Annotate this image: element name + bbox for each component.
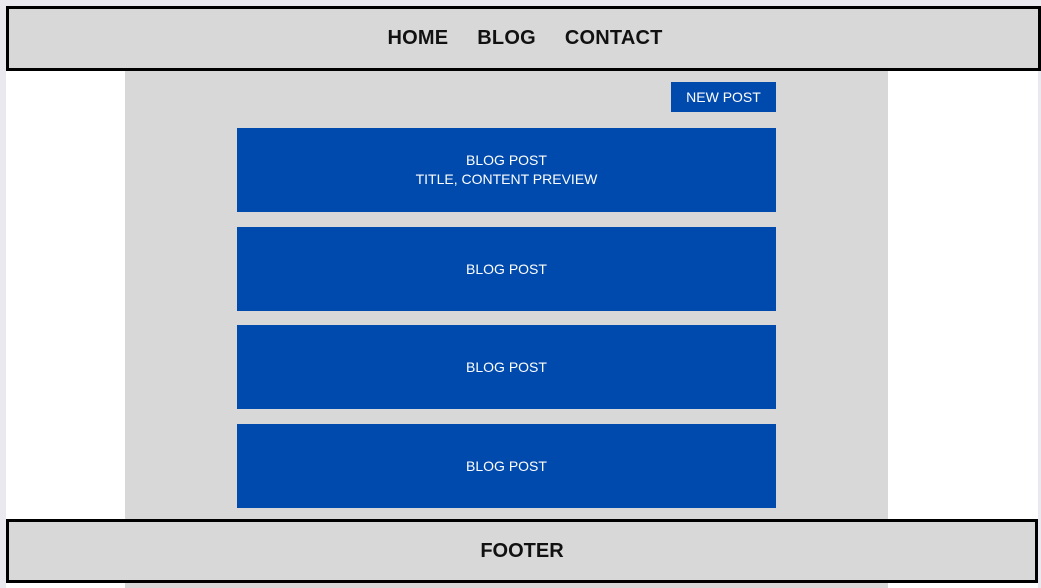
blog-post-card[interactable]: BLOG POST [237,424,776,508]
footer-label: FOOTER [480,539,564,562]
blog-post-card[interactable]: BLOG POST [237,227,776,311]
nav-link-contact[interactable]: CONTACT [565,27,663,50]
nav-link-home[interactable]: HOME [387,27,448,50]
blog-post-title: BLOG POST [466,260,547,277]
blog-post-card[interactable]: BLOG POST TITLE, CONTENT PREVIEW [237,128,776,212]
blog-post-title: BLOG POST [466,152,547,168]
blog-post-title: BLOG POST [466,358,547,375]
site-header: HOME BLOG CONTACT [6,6,1041,71]
nav-link-blog[interactable]: BLOG [477,27,536,50]
blog-post-title: BLOG POST [466,457,547,474]
blog-post-card[interactable]: BLOG POST [237,325,776,409]
site-footer: FOOTER [6,519,1038,583]
blog-post-preview: TITLE, CONTENT PREVIEW [415,171,598,187]
new-post-button[interactable]: NEW POST [671,82,776,112]
